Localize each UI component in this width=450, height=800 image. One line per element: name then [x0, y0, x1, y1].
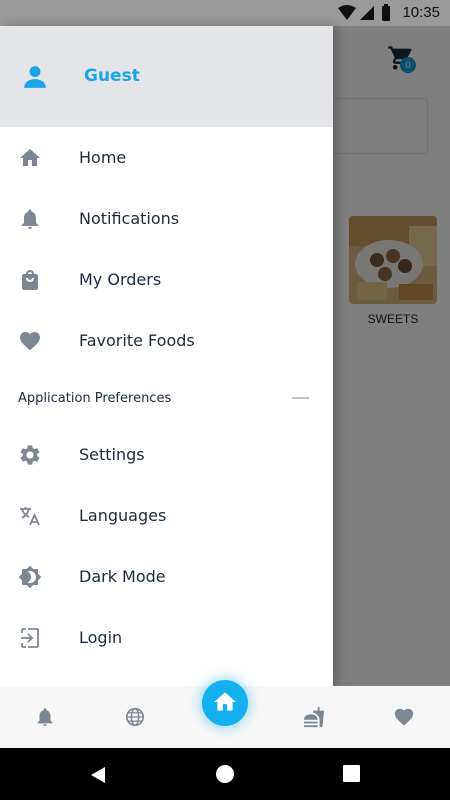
- bottom-navigation: [0, 680, 450, 748]
- status-icons: [338, 4, 390, 21]
- menu-item-notifications[interactable]: Notifications: [0, 188, 333, 249]
- translate-icon: [20, 507, 40, 526]
- navigation-drawer: Guest Home Notifications My Orders Favor…: [0, 26, 333, 686]
- signal-icon: [360, 6, 374, 20]
- home-icon: [214, 692, 236, 711]
- bell-icon: [22, 209, 38, 229]
- home-circle-icon[interactable]: [215, 764, 235, 784]
- bell-icon[interactable]: [34, 706, 56, 728]
- login-icon: [21, 628, 39, 648]
- menu-item-label: Favorite Foods: [79, 331, 195, 350]
- menu-item-label: Languages: [79, 506, 167, 525]
- status-bar: 10:35: [0, 0, 450, 26]
- menu-item-home[interactable]: Home: [0, 127, 333, 188]
- menu-item-label: Home: [79, 148, 127, 167]
- menu-item-languages[interactable]: Languages: [0, 485, 333, 546]
- drawer-header[interactable]: Guest: [0, 26, 333, 127]
- user-icon: [24, 66, 46, 88]
- menu-item-favorite-foods[interactable]: Favorite Foods: [0, 310, 333, 371]
- menu-item-dark-mode[interactable]: Dark Mode: [0, 546, 333, 607]
- menu-item-label: My Orders: [79, 270, 162, 289]
- home-icon: [20, 149, 40, 166]
- menu-item-label: Settings: [79, 445, 145, 464]
- status-time: 10:35: [402, 4, 440, 21]
- battery-icon: [382, 6, 390, 21]
- globe-icon[interactable]: [124, 706, 146, 728]
- heart-icon: [20, 332, 40, 351]
- menu-item-label: Login: [79, 628, 123, 647]
- menu-item-label: Notifications: [79, 209, 180, 228]
- system-navigation-bar: [0, 748, 450, 800]
- menu-item-login[interactable]: Login: [0, 607, 333, 668]
- shopping-bag-icon: [22, 270, 38, 290]
- home-button[interactable]: [202, 680, 248, 726]
- collapse-icon[interactable]: [292, 397, 309, 399]
- wifi-icon: [338, 5, 356, 20]
- back-icon[interactable]: [88, 765, 108, 785]
- gear-icon: [20, 445, 40, 465]
- recents-icon[interactable]: [343, 765, 360, 782]
- menu-item-my-orders[interactable]: My Orders: [0, 249, 333, 310]
- menu-item-label: Dark Mode: [79, 567, 166, 586]
- brightness-icon: [18, 565, 42, 589]
- menu-item-settings[interactable]: Settings: [0, 424, 333, 485]
- fastfood-icon[interactable]: [303, 706, 325, 728]
- heart-icon[interactable]: [393, 706, 415, 728]
- user-name: Guest: [84, 66, 140, 86]
- section-title-preferences: Application Preferences: [18, 391, 172, 406]
